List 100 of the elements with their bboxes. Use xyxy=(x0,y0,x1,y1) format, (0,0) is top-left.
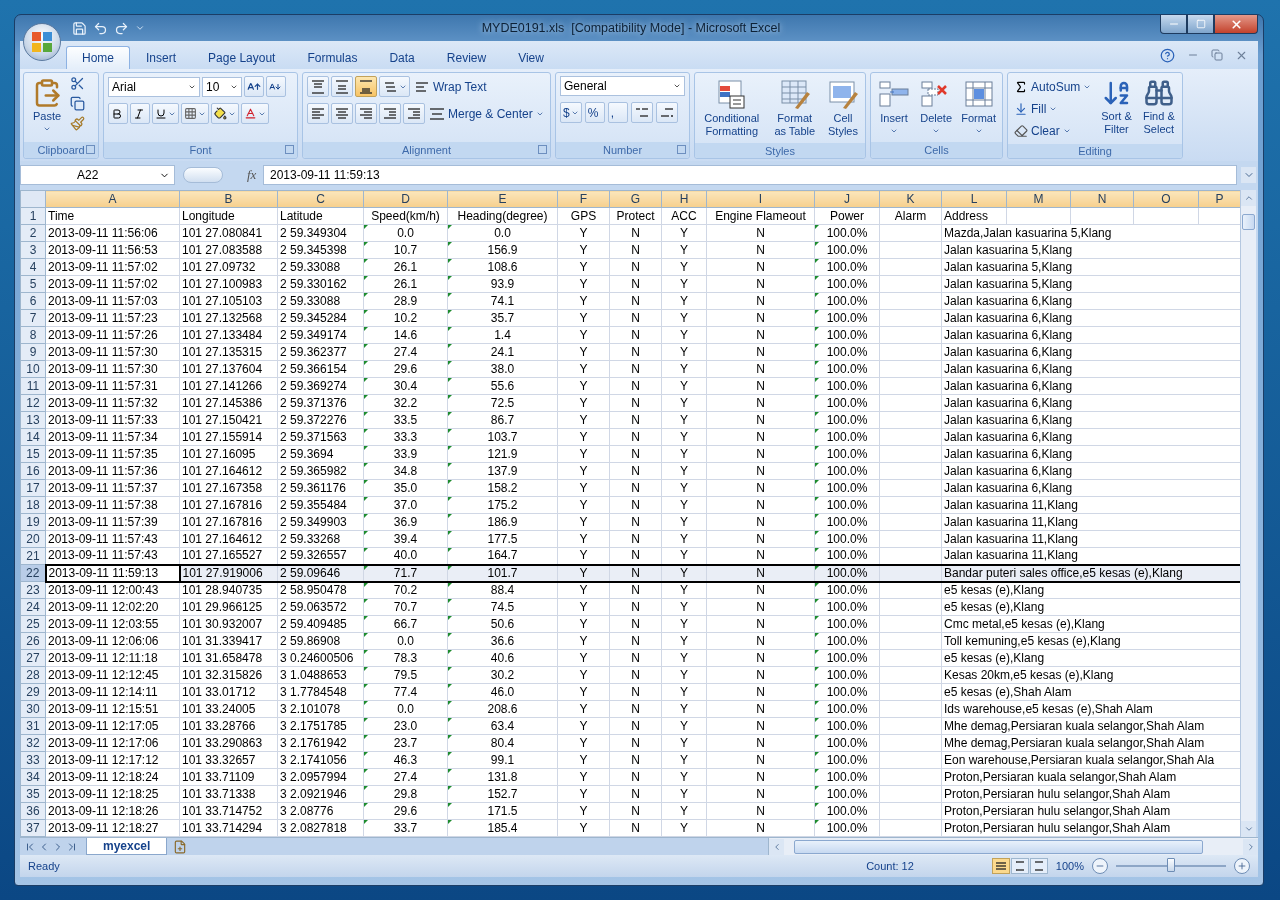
editing-button[interactable]: Clear xyxy=(1012,120,1094,141)
align-center-button[interactable] xyxy=(331,103,353,124)
vertical-scrollbar[interactable] xyxy=(1240,190,1256,837)
column-header[interactable]: K xyxy=(879,190,942,208)
decrease-indent-button[interactable] xyxy=(379,103,401,124)
dialog-launcher-icon[interactable] xyxy=(285,145,294,154)
vertical-align-button[interactable] xyxy=(307,76,329,97)
undo-icon[interactable] xyxy=(93,20,108,36)
help-icon[interactable] xyxy=(1160,47,1175,63)
view-button[interactable] xyxy=(1029,858,1048,874)
borders-button[interactable] xyxy=(181,103,209,124)
column-header[interactable]: O xyxy=(1133,190,1199,208)
column-header[interactable]: H xyxy=(661,190,707,208)
styles-button[interactable]: Conditional Formatting xyxy=(699,76,765,140)
paste-button[interactable]: Paste xyxy=(28,76,66,135)
horizontal-scrollbar[interactable] xyxy=(768,838,1258,855)
percent-button[interactable]: % xyxy=(584,102,605,123)
close-button[interactable] xyxy=(1214,15,1258,34)
vertical-align-button[interactable] xyxy=(331,76,353,97)
cells-button[interactable]: Format xyxy=(959,76,998,137)
insert-sheet-icon[interactable] xyxy=(173,839,188,854)
last-sheet-icon[interactable] xyxy=(66,840,78,853)
ribbon-tab[interactable]: Page Layout xyxy=(192,46,292,69)
scrollbar-thumb[interactable] xyxy=(794,839,1203,854)
align-left-button[interactable] xyxy=(307,103,329,124)
view-button[interactable] xyxy=(1010,858,1029,874)
decrease-decimal-button[interactable] xyxy=(655,102,678,123)
shrink-font-button[interactable] xyxy=(266,76,286,97)
underline-button[interactable] xyxy=(152,103,179,124)
ribbon-tab[interactable]: View xyxy=(502,46,560,69)
redo-icon[interactable] xyxy=(114,20,129,36)
ribbon-tab[interactable]: Data xyxy=(373,46,431,69)
paintbrush-icon[interactable] xyxy=(70,116,85,131)
view-button[interactable] xyxy=(991,858,1010,874)
minimize-button[interactable] xyxy=(1160,15,1187,34)
wrap-text-button[interactable]: Wrap Text xyxy=(412,76,489,97)
ribbon-tab[interactable]: Review xyxy=(430,46,503,69)
name-box[interactable]: A22 xyxy=(20,165,175,185)
formula-field[interactable]: 2013-09-11 11:59:13 xyxy=(263,165,1237,185)
styles-button[interactable]: Cell Styles xyxy=(825,76,861,140)
italic-button[interactable] xyxy=(130,103,150,124)
currency-button[interactable]: $ xyxy=(560,102,582,123)
scroll-down-icon[interactable] xyxy=(1243,824,1254,834)
save-icon[interactable] xyxy=(72,20,87,36)
zoom-out-button[interactable] xyxy=(1092,858,1108,874)
dialog-launcher-icon[interactable] xyxy=(86,145,95,154)
vertical-align-button[interactable] xyxy=(355,76,377,97)
comma-button[interactable]: , xyxy=(607,102,628,123)
column-header[interactable]: G xyxy=(609,190,662,208)
merge-center-button[interactable]: Merge & Center xyxy=(427,103,546,124)
bold-button[interactable] xyxy=(108,103,128,124)
scissors-icon[interactable] xyxy=(70,76,85,91)
column-header[interactable]: I xyxy=(706,190,815,208)
editing-button[interactable]: Fill xyxy=(1012,98,1094,119)
column-header[interactable]: N xyxy=(1070,190,1134,208)
increase-decimal-button[interactable] xyxy=(630,102,653,123)
column-header[interactable]: B xyxy=(179,190,278,208)
zoom-slider-thumb[interactable] xyxy=(1167,858,1175,872)
dialog-launcher-icon[interactable] xyxy=(538,145,547,154)
editing-button[interactable]: Find & Select xyxy=(1139,76,1178,138)
column-header[interactable]: P xyxy=(1198,190,1240,208)
ribbon-tab[interactable]: Insert xyxy=(130,46,193,69)
align-right-button[interactable] xyxy=(355,103,377,124)
office-button[interactable] xyxy=(23,23,61,61)
insert-function-button[interactable]: fx xyxy=(247,167,257,183)
scroll-up-icon[interactable] xyxy=(1243,193,1254,203)
cells-button[interactable]: Delete xyxy=(917,76,956,137)
grow-font-button[interactable] xyxy=(244,76,264,97)
increase-indent-button[interactable] xyxy=(403,103,425,124)
customize-toolbar-icon[interactable] xyxy=(135,23,145,33)
column-header[interactable]: L xyxy=(941,190,1007,208)
font-name-field[interactable]: Arial xyxy=(108,76,200,97)
column-header[interactable]: F xyxy=(557,190,610,208)
dialog-launcher-icon[interactable] xyxy=(677,145,686,154)
cells-button[interactable]: Insert xyxy=(875,76,914,137)
font-color-button[interactable] xyxy=(241,103,269,124)
scrollbar-thumb[interactable] xyxy=(1242,214,1255,230)
copy-icon[interactable] xyxy=(70,96,85,111)
maximize-button[interactable] xyxy=(1187,15,1214,34)
formula-bar-handle[interactable] xyxy=(183,167,223,183)
column-header[interactable]: J xyxy=(814,190,880,208)
sheet-tab[interactable]: myexcel xyxy=(86,838,168,855)
column-header[interactable]: C xyxy=(277,190,364,208)
orientation-button[interactable] xyxy=(379,76,410,97)
column-header[interactable]: D xyxy=(363,190,448,208)
zoom-in-button[interactable] xyxy=(1234,858,1250,874)
ribbon-tab[interactable]: Formulas xyxy=(291,46,374,69)
ribbon-tab[interactable]: Home xyxy=(66,46,130,69)
fill-color-button[interactable] xyxy=(211,103,239,124)
column-header[interactable]: A xyxy=(45,190,180,208)
restore-icon[interactable] xyxy=(1211,49,1223,61)
editing-button[interactable]: Sort & Filter xyxy=(1097,76,1136,138)
table-cell: Y xyxy=(680,276,688,291)
column-header[interactable]: M xyxy=(1006,190,1071,208)
editing-button[interactable]: AutoSum xyxy=(1012,76,1094,97)
number-format-field[interactable]: General xyxy=(560,76,685,96)
first-sheet-icon[interactable] xyxy=(24,840,36,853)
column-header[interactable]: E xyxy=(447,190,558,208)
styles-button[interactable]: Format as Table xyxy=(768,76,821,140)
font-size-field[interactable]: 10 xyxy=(202,76,242,97)
